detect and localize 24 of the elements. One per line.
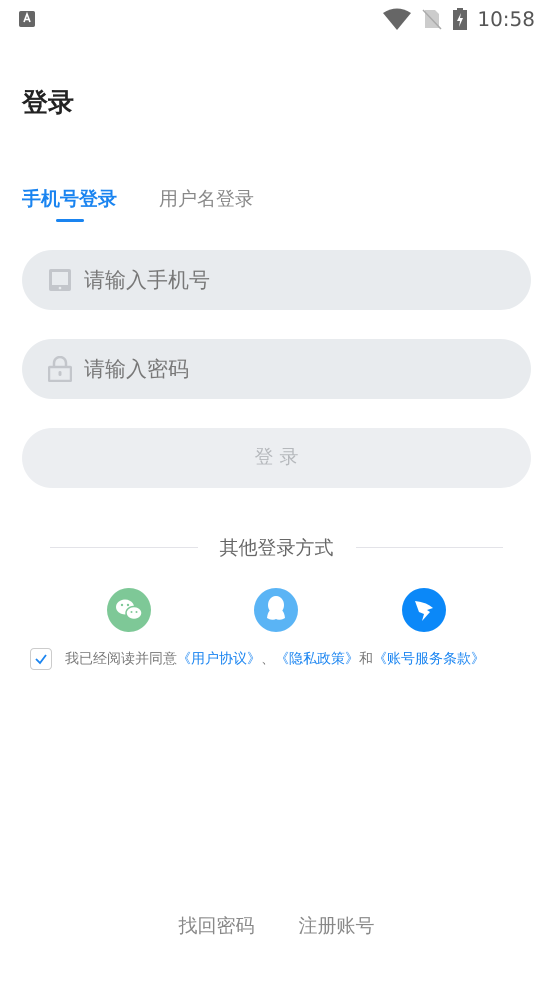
no-sim-icon bbox=[421, 8, 444, 30]
wing-icon[interactable] bbox=[402, 588, 446, 632]
phone-field[interactable]: 请输入手机号 bbox=[22, 250, 531, 310]
footer-link[interactable]: 找回密码 bbox=[178, 912, 254, 940]
battery-charging-icon bbox=[453, 8, 468, 30]
status-time: 10:58 bbox=[477, 6, 535, 33]
agreement-link[interactable]: 《隐私政策》 bbox=[275, 650, 359, 666]
agreement-text: 我已经阅读并同意《用户协议》、《隐私政策》和《账号服务条款》 bbox=[65, 650, 485, 668]
agreement-link[interactable]: 《用户协议》 bbox=[177, 650, 261, 666]
penguin-icon[interactable] bbox=[254, 588, 298, 632]
password-field[interactable]: 请输入密码 bbox=[22, 338, 531, 398]
other-login-label: 其他登录方式 bbox=[220, 536, 334, 560]
chat-bubbles-icon[interactable] bbox=[106, 588, 151, 632]
login-tab[interactable]: 用户名登录 bbox=[159, 185, 254, 222]
footer-link[interactable]: 注册账号 bbox=[298, 912, 374, 940]
check-icon bbox=[34, 652, 48, 666]
agreement-checkbox[interactable] bbox=[30, 648, 52, 670]
keyboard-app-icon bbox=[18, 10, 36, 28]
login-tab[interactable]: 手机号登录 bbox=[22, 185, 117, 222]
wifi-icon bbox=[383, 8, 412, 30]
tablet-icon bbox=[48, 268, 72, 292]
lock-icon bbox=[48, 356, 72, 382]
page-title: 登录 bbox=[22, 87, 74, 120]
agreement-link[interactable]: 《账号服务条款》 bbox=[373, 650, 485, 666]
